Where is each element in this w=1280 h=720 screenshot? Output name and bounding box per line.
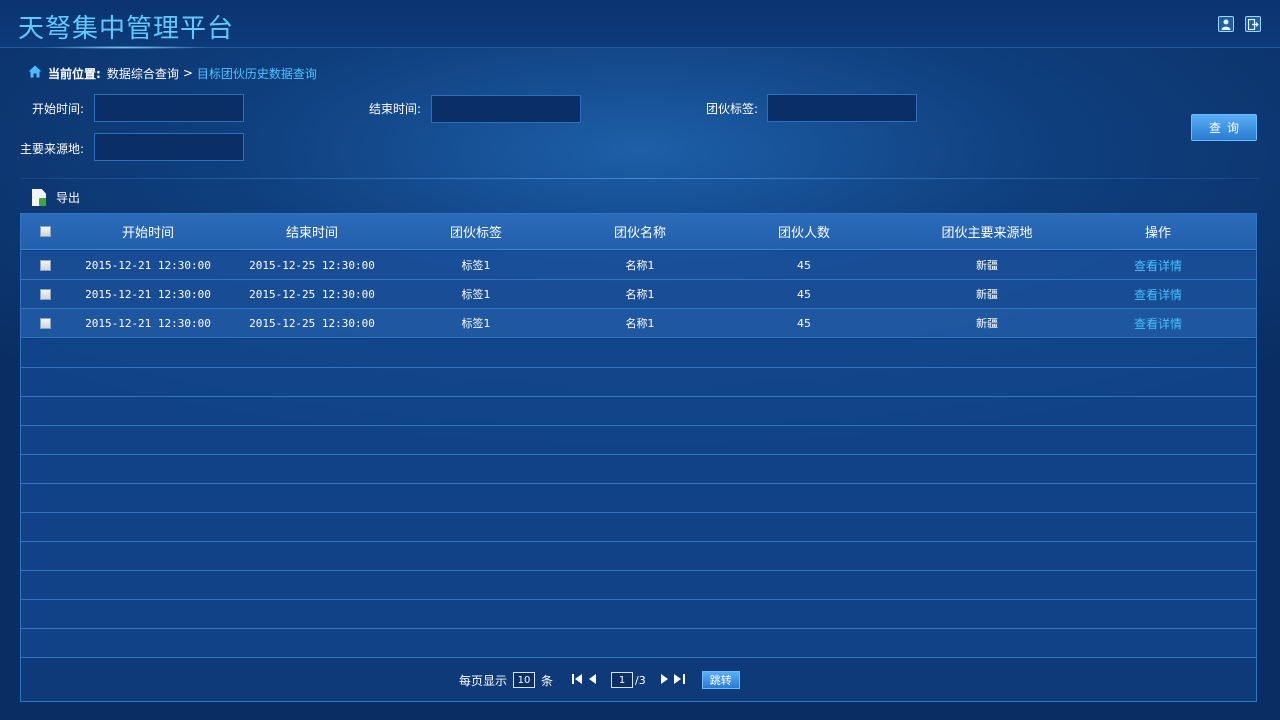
empty-row	[21, 571, 1256, 600]
column-header-gang-source: 团伙主要来源地	[941, 226, 1033, 241]
end-time-input[interactable]	[431, 95, 581, 123]
table-row: 2015-12-21 12:30:00 2015-12-25 12:30:00 …	[21, 309, 1256, 338]
filter-divider	[20, 178, 1260, 179]
cell-start-time: 2015-12-21 12:30:00	[85, 316, 211, 330]
cell-gang-name: 名称1	[625, 288, 655, 301]
per-page-input[interactable]: 10	[513, 672, 536, 688]
title-underline-glow	[40, 46, 210, 49]
cell-start-time: 2015-12-21 12:30:00	[85, 258, 211, 272]
cell-gang-count: 45	[797, 316, 811, 330]
pagination: 每页显示 10 条 1 /3 跳转	[459, 670, 740, 690]
jump-button[interactable]: 跳转	[701, 671, 740, 689]
cell-gang-tag: 标签1	[461, 259, 491, 272]
column-header-gang-tag: 团伙标签	[449, 226, 502, 241]
row-checkbox[interactable]	[39, 259, 51, 271]
empty-row	[21, 339, 1256, 368]
current-page-input[interactable]: 1	[611, 672, 634, 688]
excel-export-icon	[32, 189, 46, 206]
empty-row	[21, 513, 1256, 542]
empty-row	[21, 368, 1256, 397]
column-header-gang-count: 团伙人数	[777, 226, 830, 241]
app-title: 天弩集中管理平台	[18, 14, 235, 44]
start-time-label: 开始时间:	[31, 102, 84, 116]
per-page-unit: 条	[541, 673, 554, 688]
breadcrumb: 当前位置: 数据综合查询 > 目标团伙历史数据查询	[28, 64, 317, 82]
home-icon[interactable]	[28, 65, 42, 81]
row-checkbox[interactable]	[39, 288, 51, 300]
cell-end-time: 2015-12-25 12:30:00	[249, 316, 375, 330]
cell-gang-source: 新疆	[976, 317, 998, 330]
empty-row	[21, 600, 1256, 629]
end-time-label: 结束时间:	[368, 102, 421, 116]
breadcrumb-separator: >	[182, 66, 193, 80]
breadcrumb-parent-link[interactable]: 数据综合查询	[107, 65, 179, 82]
table-row: 2015-12-21 12:30:00 2015-12-25 12:30:00 …	[21, 280, 1256, 309]
export-button[interactable]: 导出	[32, 189, 80, 206]
column-header-action: 操作	[1144, 226, 1171, 241]
row-checkbox[interactable]	[39, 317, 51, 329]
empty-row	[21, 484, 1256, 513]
empty-row	[21, 455, 1256, 484]
empty-row	[21, 542, 1256, 571]
empty-row	[21, 397, 1256, 426]
view-details-link[interactable]: 查看详情	[1134, 257, 1182, 274]
gang-tag-input[interactable]	[767, 94, 917, 122]
cell-end-time: 2015-12-25 12:30:00	[249, 287, 375, 301]
user-icon[interactable]	[1218, 16, 1234, 32]
cell-gang-count: 45	[797, 287, 811, 301]
select-all-checkbox[interactable]	[39, 226, 51, 237]
view-details-link[interactable]: 查看详情	[1134, 286, 1182, 303]
table-header: 开始时间 结束时间 团伙标签 团伙名称 团伙人数 团伙主要来源地 操作	[21, 214, 1256, 250]
start-time-input[interactable]	[94, 94, 244, 122]
next-page-icon[interactable]	[660, 673, 668, 687]
cell-start-time: 2015-12-21 12:30:00	[85, 287, 211, 301]
export-label: 导出	[56, 191, 81, 205]
query-button[interactable]: 查询	[1191, 114, 1257, 141]
gang-tag-label: 团伙标签:	[705, 102, 758, 116]
breadcrumb-label: 当前位置:	[48, 66, 101, 81]
last-page-icon[interactable]	[673, 673, 685, 687]
view-details-link[interactable]: 查看详情	[1134, 315, 1182, 332]
breadcrumb-current: 目标团伙历史数据查询	[196, 66, 317, 81]
column-header-start-time: 开始时间	[121, 226, 174, 241]
per-page-label: 每页显示	[459, 673, 508, 688]
cell-gang-name: 名称1	[625, 259, 655, 272]
total-pages: /3	[635, 673, 646, 687]
top-bar: 天弩集中管理平台	[0, 0, 1280, 49]
logout-icon[interactable]	[1245, 16, 1261, 32]
empty-row	[21, 426, 1256, 455]
source-label: 主要来源地:	[19, 142, 84, 156]
cell-end-time: 2015-12-25 12:30:00	[249, 258, 375, 272]
table-row: 2015-12-21 12:30:00 2015-12-25 12:30:00 …	[21, 251, 1256, 280]
cell-gang-name: 名称1	[625, 317, 655, 330]
cell-gang-source: 新疆	[976, 288, 998, 301]
cell-gang-tag: 标签1	[461, 288, 491, 301]
data-table: 开始时间 结束时间 团伙标签 团伙名称 团伙人数 团伙主要来源地 操作 2015…	[20, 213, 1257, 702]
cell-gang-source: 新疆	[976, 259, 998, 272]
column-header-end-time: 结束时间	[285, 226, 338, 241]
empty-row	[21, 629, 1256, 658]
prev-page-icon[interactable]	[589, 673, 597, 687]
source-input[interactable]	[94, 133, 244, 161]
cell-gang-count: 45	[797, 258, 811, 272]
column-header-gang-name: 团伙名称	[613, 226, 666, 241]
cell-gang-tag: 标签1	[461, 317, 491, 330]
first-page-icon[interactable]	[572, 673, 583, 687]
